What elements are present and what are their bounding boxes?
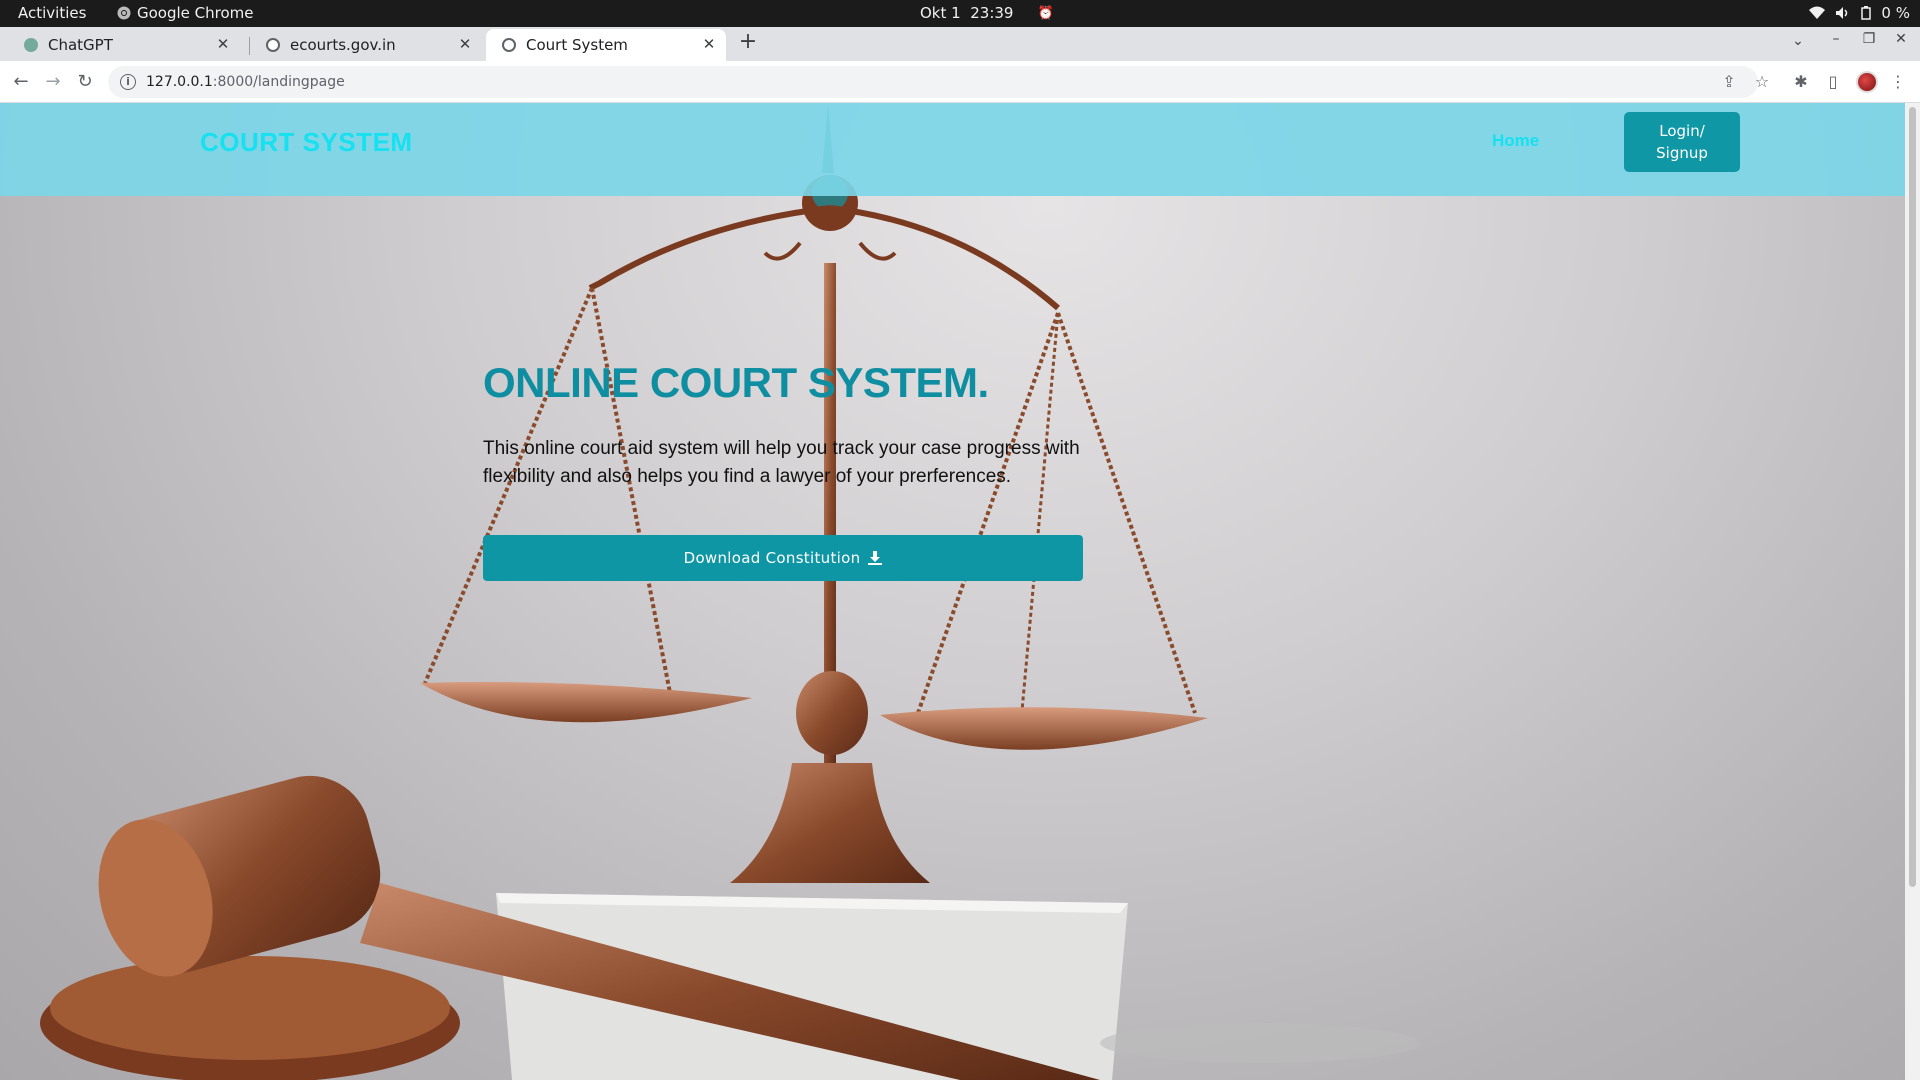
- tab-title: ecourts.gov.in: [290, 36, 396, 54]
- tab-ecourts[interactable]: ecourts.gov.in ✕: [250, 29, 482, 61]
- download-constitution-button[interactable]: Download Constitution: [483, 535, 1083, 581]
- back-icon[interactable]: ←: [9, 70, 33, 94]
- tab-search-icon[interactable]: ⌄: [1788, 33, 1808, 49]
- url-text: 127.0.0.1:8000/landingpage: [146, 74, 345, 90]
- address-bar[interactable]: i 127.0.0.1:8000/landingpage: [108, 66, 1758, 98]
- profile-avatar[interactable]: [1856, 71, 1878, 93]
- login-label: Login/: [1659, 122, 1705, 140]
- site-info-icon[interactable]: i: [120, 74, 136, 90]
- volume-icon: [1836, 7, 1848, 19]
- url-path: :8000/landingpage: [212, 74, 345, 90]
- app-name: Google Chrome: [137, 4, 254, 22]
- url-host: 127.0.0.1: [146, 74, 213, 90]
- clock[interactable]: Okt 1 23:39 ⏰: [920, 4, 1054, 22]
- chatgpt-favicon-icon: [24, 38, 38, 52]
- chrome-menu-icon[interactable]: ⋮: [1887, 71, 1909, 93]
- date-label: Okt 1: [920, 4, 961, 22]
- globe-icon: [502, 38, 516, 52]
- tab-title: ChatGPT: [48, 36, 113, 54]
- app-menu[interactable]: Google Chrome: [117, 4, 254, 22]
- window-close-icon[interactable]: ✕: [1891, 31, 1911, 47]
- chrome-icon: [117, 6, 131, 20]
- wifi-icon: [1809, 6, 1826, 19]
- page-scrollbar[interactable]: [1905, 103, 1920, 1080]
- activities-button[interactable]: Activities: [18, 4, 86, 22]
- download-button-label: Download Constitution: [683, 549, 861, 567]
- battery-icon: [1861, 6, 1872, 20]
- brand-logo[interactable]: COURT SYSTEM: [200, 127, 413, 158]
- share-icon[interactable]: ⇪: [1718, 71, 1740, 93]
- download-icon: [868, 551, 883, 565]
- close-icon[interactable]: ✕: [456, 35, 474, 53]
- nav-link-home[interactable]: Home: [1492, 131, 1539, 151]
- bookmark-star-icon[interactable]: ☆: [1751, 71, 1773, 93]
- globe-icon: [266, 38, 280, 52]
- reload-icon[interactable]: ↻: [73, 70, 97, 94]
- new-tab-button[interactable]: +: [737, 31, 759, 53]
- page-viewport: COURT SYSTEM Home Login/ Signup ONLINE C…: [0, 103, 1905, 1080]
- restore-icon[interactable]: ❐: [1859, 31, 1879, 47]
- signup-label: Signup: [1656, 144, 1708, 162]
- system-top-bar: Activities Google Chrome Okt 1 23:39 ⏰ 0…: [0, 0, 1920, 27]
- time-label: 23:39: [970, 4, 1014, 22]
- site-navbar: COURT SYSTEM Home Login/ Signup: [0, 103, 1905, 196]
- tab-title: Court System: [526, 36, 628, 54]
- tab-court-system[interactable]: Court System ✕: [486, 29, 726, 61]
- close-icon[interactable]: ✕: [700, 35, 718, 53]
- scales-of-justice-image: [40, 103, 1420, 1080]
- tab-chatgpt[interactable]: ChatGPT ✕: [8, 29, 240, 61]
- side-panel-icon[interactable]: ▯: [1822, 71, 1844, 93]
- close-icon[interactable]: ✕: [214, 35, 232, 53]
- hero-description: This online court aid system will help y…: [483, 438, 1080, 487]
- browser-toolbar: ← → ↻ i 127.0.0.1:8000/landingpage ⇪ ☆ ✱…: [0, 61, 1920, 103]
- extensions-icon[interactable]: ✱: [1790, 71, 1812, 93]
- scrollbar-thumb[interactable]: [1909, 107, 1916, 887]
- battery-label: 0 %: [1881, 4, 1910, 22]
- login-signup-button[interactable]: Login/ Signup: [1624, 112, 1740, 172]
- forward-icon[interactable]: →: [41, 70, 65, 94]
- hero-headline: ONLINE COURT SYSTEM.: [483, 359, 989, 406]
- system-menu[interactable]: 0 %: [1809, 4, 1910, 22]
- tab-strip: ChatGPT ✕ ecourts.gov.in ✕ Court System …: [0, 27, 1920, 61]
- alarm-icon: ⏰: [1037, 5, 1054, 21]
- minimize-icon[interactable]: –: [1826, 31, 1846, 47]
